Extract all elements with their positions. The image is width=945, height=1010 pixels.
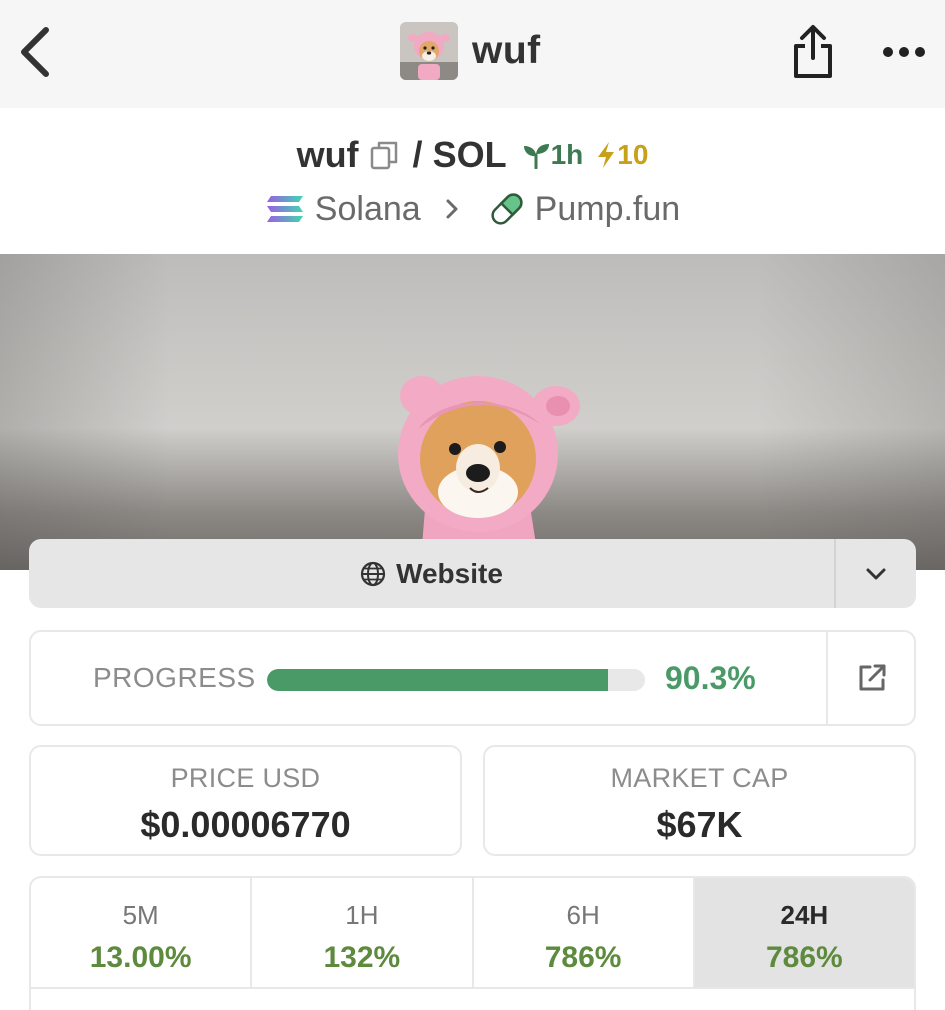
timeframe-label: 5M [122,900,159,930]
market-cap-label: MARKET CAP [610,763,789,793]
timeframe-change: 786% [544,941,622,974]
token-banner-image [0,254,945,570]
boost-badge[interactable]: 10 [595,139,648,171]
top-nav-bar: wuf [0,0,945,108]
pair-base-symbol: wuf [296,134,359,175]
chain-breadcrumb: Solana Pump.fun [0,186,945,232]
progress-label: PROGRESS [93,662,256,693]
market-cap-card: MARKET CAP $67K [483,745,916,856]
chain-network[interactable]: Solana [315,190,421,229]
timeframe-label: 24H [780,900,829,930]
progress-bar-track [267,669,645,691]
solana-logo-icon [266,196,303,222]
external-link-icon [859,664,886,691]
progress-external-link-button[interactable] [826,632,916,724]
website-label: Website [396,557,503,589]
chain-dex[interactable]: Pump.fun [535,190,681,229]
price-usd-card: PRICE USD $0.00006770 [29,745,462,856]
nav-title: wuf [472,29,541,72]
back-button[interactable] [14,22,58,82]
pair-quote-symbol: SOL [432,134,507,175]
boost-count: 10 [617,139,649,170]
chevron-right-icon [446,199,458,219]
copy-icon[interactable] [369,139,399,171]
price-usd-label: PRICE USD [170,763,321,793]
timeframe-change: 786% [766,941,843,974]
timeframe-label: 6H [566,900,600,930]
tab-6h[interactable]: 6H 786% [473,878,695,989]
token-header: wuf [400,22,541,80]
globe-icon [360,561,386,586]
seedling-icon [523,144,549,169]
lightning-icon [598,142,615,168]
token-avatar [400,22,458,80]
tab-5m[interactable]: 5M 13.00% [31,878,253,989]
more-options-button[interactable] [878,32,930,72]
share-icon [794,25,832,78]
timeframe-change: 132% [323,941,401,974]
progress-bar-fill [267,669,609,691]
more-horizontal-icon [883,47,925,57]
timeframe-label: 1H [345,900,379,930]
timeframe-tabs: 5M 13.00% 1H 132% 6H 786% 24H 786% [29,876,916,1010]
pill-icon [491,193,523,225]
chevron-left-icon [21,27,49,77]
progress-value: 90.3% [665,660,756,696]
dog-in-pig-hat-image [398,376,580,570]
links-dropdown-toggle[interactable] [836,539,916,608]
chevron-down-icon [866,568,886,579]
pair-separator: / [412,134,423,175]
price-usd-value: $0.00006770 [140,804,351,845]
share-button[interactable] [790,22,836,80]
tab-1h[interactable]: 1H 132% [252,878,474,989]
pair-age: 1h [550,139,584,170]
timeframe-change: 13.00% [89,941,192,974]
market-cap-value: $67K [656,804,743,845]
website-button-main[interactable]: Website [29,539,836,608]
website-link-button[interactable]: Website [29,539,916,608]
bonding-progress-card: PROGRESS 90.3% [29,630,916,726]
pair-title-row: wuf / SOL 1h 10 [0,132,945,178]
pair-age-badge: 1h [521,139,584,171]
tab-24h[interactable]: 24H 786% [694,878,914,989]
